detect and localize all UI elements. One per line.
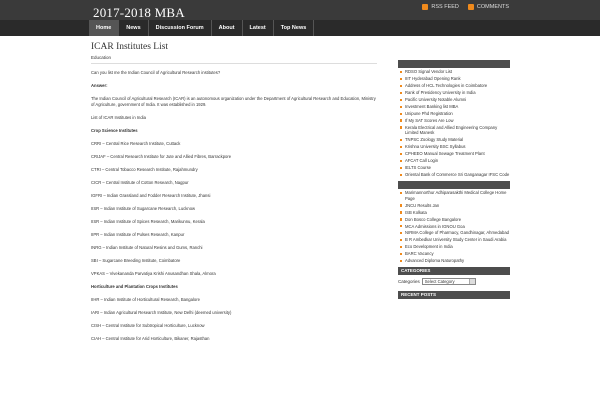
sidebar-link[interactable]: MCA Admissions in IGNOU Goa [398,224,510,230]
list-item: INRG – Indian Institute of Natural Resin… [91,245,203,250]
feed-links: RSS FEED COMMENTS [422,4,509,10]
sidebar-link[interactable]: NIRMA College of Pharmacy, Gandhinagar, … [398,230,510,236]
list-item: CIAH – Central Institute for Arid Hortic… [91,336,210,341]
list-item: CICR – Central Institute of Cotton Resea… [91,180,189,185]
list-item: IISR – Indian Institute of Sugarcane Res… [91,206,196,211]
list-item: CISH – Central Institute for Subtropical… [91,323,205,328]
sidebar-link[interactable]: Kerala Electrical and Allied Engineering… [398,125,510,136]
nav-item-about[interactable]: About [212,20,243,36]
sidebar-link[interactable]: TNPSC Zoology Study Material [398,137,510,143]
answer-label: Answer: [91,83,108,88]
question-text: Can you list me the Indian Council of Ag… [91,70,221,75]
sidebar-link[interactable]: If My SAT Scores Are Low [398,118,510,124]
description-text: The Indian Council of Agricultural Resea… [91,96,376,107]
sidebar-header-bar [398,180,510,189]
sidebar-link[interactable]: AFCAT Call Login [398,158,510,164]
list-item: VPKAS – Vivekananda Parvatiya Krishi Anu… [91,271,216,276]
sidebar: RDSO Signal Vendor List IIIT Hyderabad O… [398,60,510,300]
list-intro: List of ICAR Institutes in India [91,115,146,120]
sidebar-list-popular: Marimannorthur Adhiparasakthi Medical Co… [398,190,510,264]
comments-feed-label: COMMENTS [476,4,509,10]
sidebar-link[interactable]: Unipune Phd Registration [398,111,510,117]
nav-item-news[interactable]: News [119,20,149,36]
sidebar-link[interactable]: IIIT Hyderabad Opening Rank [398,76,510,82]
categories-label: Categories [398,279,420,285]
horticulture-heading: Horticulture and Plantation Crops Instit… [91,284,178,289]
sidebar-link[interactable]: Don Bosco College Bangalore [398,217,510,223]
list-item: CRIJAF – Central Research Institute for … [91,154,232,159]
sidebar-link[interactable]: JNCU Results Jan [398,203,510,209]
sidebar-link[interactable]: Pacific University Notable Alumni [398,97,510,103]
sidebar-link[interactable]: Oriental Bank of Commerce Sri Ganganagar… [398,172,510,178]
sidebar-link[interactable]: Eco Development in India [398,244,510,250]
sidebar-link[interactable]: Rank of Presidency University in India [398,90,510,96]
rss-feed-label: RSS FEED [431,4,459,10]
list-item: IIHR – Indian Institute of Horticultural… [91,297,200,302]
rss-icon [467,4,474,10]
site-header: 2017-2018 MBA RSS FEED COMMENTS [0,0,600,20]
recent-posts-heading: RECENT POSTS [398,291,510,300]
sidebar-link[interactable]: CPHEEO Manual Sewage Treatment Plant [398,151,510,157]
nav-item-home[interactable]: Home [89,20,120,36]
list-item: IARI – Indian Agricultural Research Inst… [91,310,232,315]
categories-select[interactable]: Select Category [421,278,476,286]
list-item: IGFRI – Indian Grassland and Fodder Rese… [91,193,211,198]
nav-item-discussion-forum[interactable]: Discussion Forum [149,20,212,36]
site-title[interactable]: 2017-2018 MBA [93,5,185,21]
sidebar-link[interactable]: Investment Banking list MBA [398,104,510,110]
categories-row: Categories Select Category [398,278,510,286]
chevron-down-icon[interactable] [468,279,475,285]
nav-item-top-news[interactable]: Top News [274,20,315,36]
sidebar-header-bar [398,60,510,68]
post-content: Can you list me the Indian Council of Ag… [91,70,377,342]
list-item: CRRI – Central Rice Research Institute, … [91,141,181,146]
sidebar-link[interactable]: RDSO Signal Vendor List [398,69,510,75]
categories-selected-value: Select Category [424,279,455,285]
main-nav: Home News Discussion Forum About Latest … [0,20,600,36]
sidebar-link[interactable]: B R Ambedkar University Study Center in … [398,237,510,243]
rss-feed-link[interactable]: RSS FEED [422,4,459,10]
sidebar-link[interactable]: BARC Vacancy [398,251,510,257]
sidebar-link[interactable]: Address of HCL Technologies in Coimbator… [398,83,510,89]
categories-heading: CATEGORIES [398,267,510,276]
list-item: IIPR – Indian Institute of Pulses Resear… [91,232,185,237]
post: ICAR Institutes List Education Can you l… [91,42,377,349]
list-item: IISR – Indian Institute of Spices Resear… [91,219,205,224]
crop-heading: Crop Science Institutes [91,128,138,133]
sidebar-list-recent: RDSO Signal Vendor List IIIT Hyderabad O… [398,69,510,178]
nav-item-latest[interactable]: Latest [243,20,274,36]
list-item: CTRI – Central Tobacco Research Institut… [91,167,198,172]
list-item: SBI – Sugarcane Breeding Institute, Coim… [91,258,181,263]
post-title[interactable]: ICAR Institutes List [91,42,377,52]
sidebar-link[interactable]: Advanced Diploma Naturopathy [398,258,510,264]
sidebar-link[interactable]: Marimannorthur Adhiparasakthi Medical Co… [398,190,510,201]
sidebar-link[interactable]: Krishna University BSC Syllabus [398,144,510,150]
post-category[interactable]: Education [91,55,377,60]
divider [91,63,377,64]
rss-icon [422,4,429,10]
comments-feed-link[interactable]: COMMENTS [467,4,509,10]
sidebar-link[interactable]: IELTS Course [398,165,510,171]
sidebar-link[interactable]: ISB Kolkata [398,210,510,216]
